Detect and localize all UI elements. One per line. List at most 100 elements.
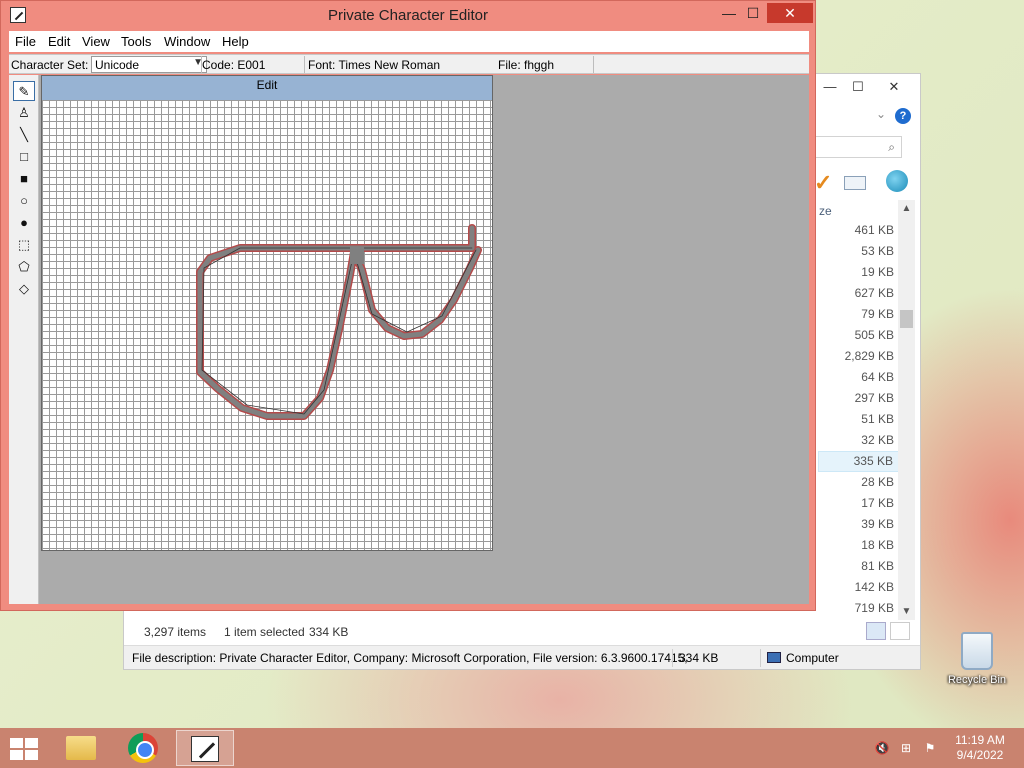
search-icon: ⌕: [888, 140, 895, 154]
toolbox: ✎ ♙ ╲ □ ■ ○ ● ⬚ ⬠ ◇: [9, 75, 39, 604]
file-description: File description: Private Character Edit…: [132, 651, 688, 665]
file-size-cell[interactable]: 335 KB: [818, 451, 900, 472]
file-size-cell[interactable]: 2,829 KB: [818, 346, 900, 367]
file-size-cell[interactable]: 18 KB: [818, 535, 900, 556]
eraser-icon[interactable]: ◇: [13, 279, 35, 299]
search-input[interactable]: ⌕: [814, 136, 902, 158]
clock-time: 11:19 AM: [955, 733, 1005, 747]
ribbon-icons: ✓: [814, 170, 914, 196]
hollow-rectangle-icon[interactable]: □: [13, 147, 35, 167]
column-header-size[interactable]: ze: [819, 204, 832, 218]
recycle-bin-label: Recycle Bin: [947, 674, 1007, 686]
chevron-down-icon[interactable]: ⌄: [876, 107, 886, 121]
close-icon[interactable]: ✕: [767, 3, 813, 23]
scroll-thumb[interactable]: [900, 310, 913, 328]
recycle-bin[interactable]: Recycle Bin: [942, 632, 1012, 686]
font-value: Font: Times New Roman: [308, 58, 441, 72]
checkmark-icon[interactable]: ✓: [814, 170, 832, 196]
file-size-cell[interactable]: 297 KB: [818, 388, 900, 409]
freeform-selection-icon[interactable]: ⬠: [13, 257, 35, 277]
file-size-cell[interactable]: 142 KB: [818, 577, 900, 598]
file-size-cell[interactable]: 39 KB: [818, 514, 900, 535]
details-size: 334 KB: [679, 651, 719, 665]
edit-window-title: Edit: [42, 76, 492, 100]
menu-window[interactable]: Window: [164, 34, 210, 49]
charset-select[interactable]: Unicode ▼: [91, 56, 207, 73]
menu-bar: File Edit View Tools Window Help: [9, 31, 809, 52]
start-button[interactable]: [10, 738, 38, 760]
minimize-icon[interactable]: —: [817, 78, 843, 96]
maximize-icon[interactable]: ☐: [739, 3, 767, 23]
private-character-editor-icon: [191, 736, 219, 762]
brush-icon[interactable]: ♙: [13, 103, 35, 123]
file-size-cell[interactable]: 461 KB: [818, 220, 900, 241]
pencil-icon[interactable]: ✎: [13, 81, 35, 101]
menu-view[interactable]: View: [82, 34, 110, 49]
info-bar: Character Set: Unicode ▼ Code: E001 Font…: [9, 54, 809, 74]
file-size-cell[interactable]: 627 KB: [818, 283, 900, 304]
maximize-icon[interactable]: ☐: [845, 78, 871, 96]
glyph-drawing: [196, 224, 482, 420]
file-size-cell[interactable]: 53 KB: [818, 241, 900, 262]
view-buttons: [866, 622, 912, 640]
clock-date: 9/4/2022: [956, 748, 1004, 762]
window-title: Private Character Editor: [327, 7, 489, 24]
taskbar: 🔇 ⊞ ⚑ 11:19 AM 9/4/2022: [0, 728, 1024, 768]
editor-client-area: ✎ ♙ ╲ □ ■ ○ ● ⬚ ⬠ ◇ Edit: [9, 75, 809, 604]
computer-icon: [767, 652, 781, 663]
file-size-cell[interactable]: 64 KB: [818, 367, 900, 388]
taskbar-private-character-editor[interactable]: [176, 730, 234, 766]
scroll-down-icon[interactable]: ▼: [898, 603, 915, 620]
file-size-cell[interactable]: 19 KB: [818, 262, 900, 283]
code-value: Code: E001: [202, 58, 266, 72]
menu-help[interactable]: Help: [222, 34, 249, 49]
rectangular-selection-icon[interactable]: ⬚: [13, 235, 35, 255]
charset-value: Unicode: [95, 58, 140, 72]
filled-rectangle-icon[interactable]: ■: [13, 169, 35, 189]
large-icons-view-icon[interactable]: [890, 622, 910, 640]
clock[interactable]: 11:19 AM 9/4/2022: [942, 733, 1018, 763]
item-count: 3,297 items: [144, 625, 207, 639]
file-size-cell[interactable]: 79 KB: [818, 304, 900, 325]
details-bar: File description: Private Character Edit…: [124, 645, 920, 669]
file-size-list: 461 KB 53 KB 19 KB 627 KB 79 KB 505 KB 2,829 K…: [818, 220, 900, 619]
file-size-cell[interactable]: 719 KB: [818, 598, 900, 619]
menu-file[interactable]: File: [15, 34, 36, 49]
close-icon[interactable]: ✕: [881, 78, 907, 96]
selected-count: 1 item selected: [224, 625, 305, 639]
recycle-bin-icon[interactable]: [961, 632, 993, 670]
action-center-icon[interactable]: ⚑: [922, 740, 938, 756]
menu-edit[interactable]: Edit: [48, 34, 70, 49]
scroll-up-icon[interactable]: ▲: [898, 200, 915, 217]
file-size-cell[interactable]: 28 KB: [818, 472, 900, 493]
properties-icon[interactable]: [844, 176, 866, 190]
private-character-editor-window[interactable]: Private Character Editor — ☐ ✕ File Edit…: [0, 0, 816, 611]
file-size-cell[interactable]: 51 KB: [818, 409, 900, 430]
details-view-icon[interactable]: [866, 622, 886, 640]
volume-muted-icon[interactable]: 🔇: [874, 740, 890, 756]
edit-window[interactable]: Edit: [41, 75, 493, 551]
file-size-cell[interactable]: 32 KB: [818, 430, 900, 451]
menu-tools[interactable]: Tools: [121, 34, 151, 49]
explorer-statusbar: 3,297 items 1 item selected 334 KB: [124, 620, 920, 642]
taskbar-chrome[interactable]: [113, 730, 171, 766]
file-size-cell[interactable]: 505 KB: [818, 325, 900, 346]
selected-size: 334 KB: [309, 625, 349, 639]
file-size-cell[interactable]: 81 KB: [818, 556, 900, 577]
hollow-ellipse-icon[interactable]: ○: [13, 191, 35, 211]
folder-icon: [66, 736, 96, 760]
drawing-grid[interactable]: [42, 100, 492, 550]
filled-cell-block: [350, 246, 364, 264]
details-location: Computer: [767, 651, 839, 665]
chrome-icon: [128, 733, 158, 763]
line-icon[interactable]: ╲: [13, 125, 35, 145]
file-size-cell[interactable]: 17 KB: [818, 493, 900, 514]
globe-icon[interactable]: [886, 170, 908, 192]
charset-label: Character Set:: [11, 58, 89, 72]
network-icon[interactable]: ⊞: [898, 740, 914, 756]
help-icon[interactable]: ?: [895, 108, 911, 124]
taskbar-file-explorer[interactable]: [52, 730, 110, 766]
vertical-scrollbar[interactable]: ▲ ▼: [898, 200, 915, 620]
file-value: File: fhggh: [498, 58, 555, 72]
filled-ellipse-icon[interactable]: ●: [13, 213, 35, 233]
